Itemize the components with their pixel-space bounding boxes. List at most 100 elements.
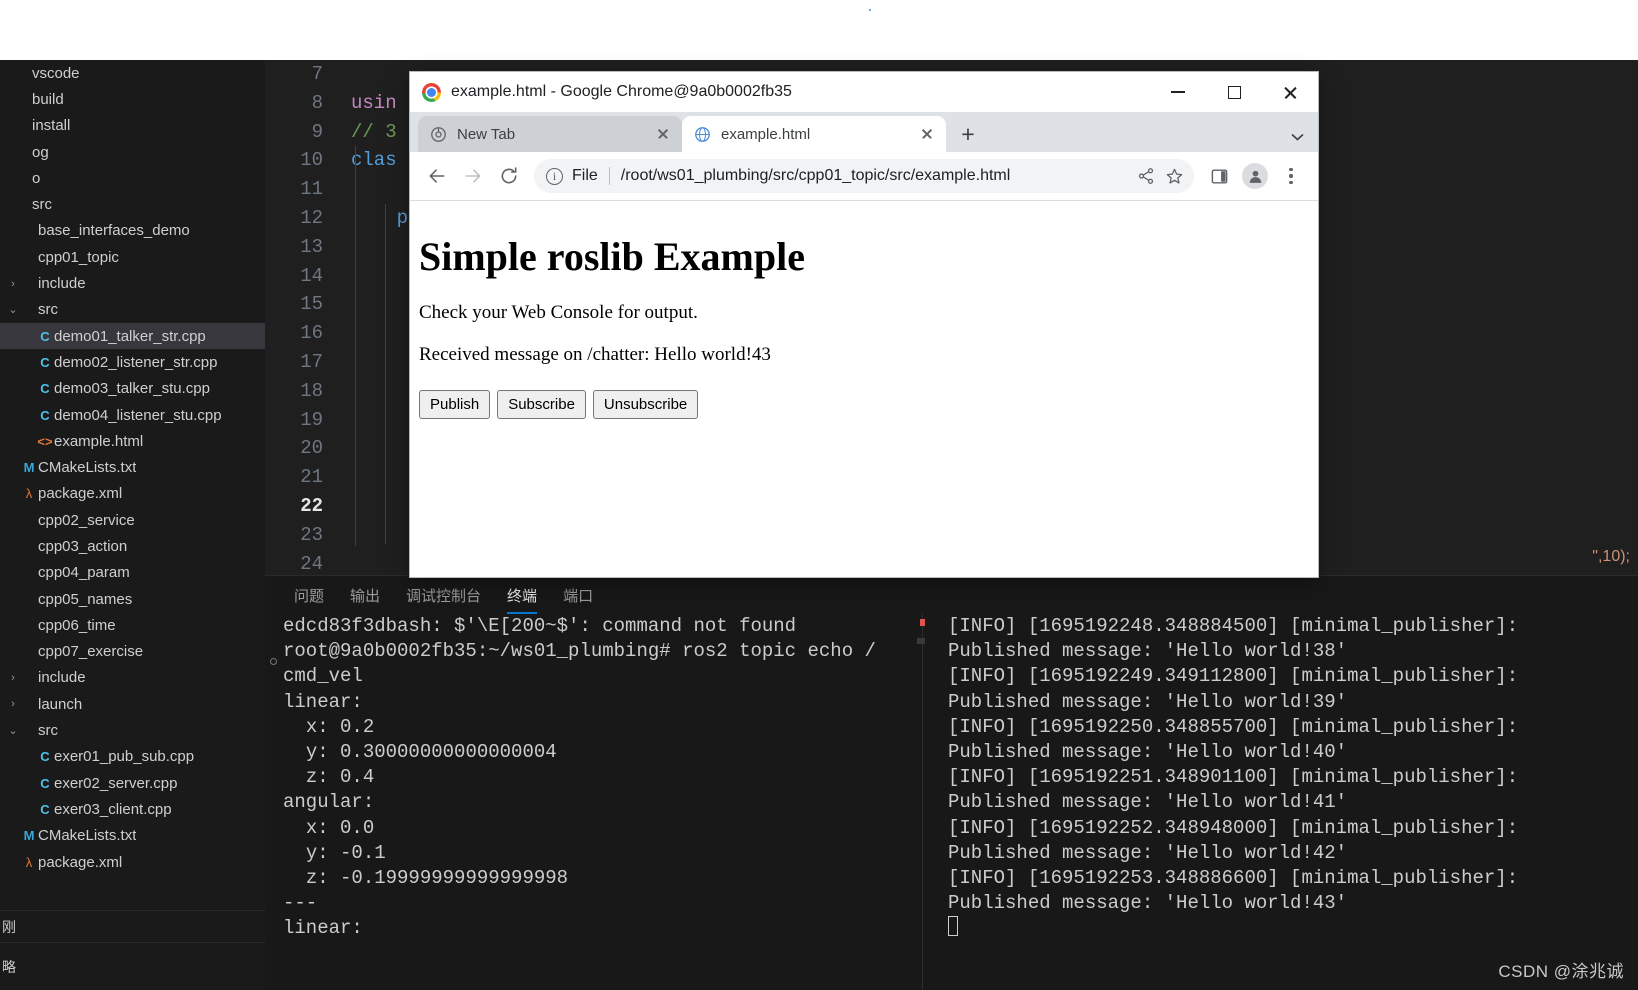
browser-tab-new-tab[interactable]: New Tab <box>418 116 682 152</box>
subscribe-button[interactable]: Subscribe <box>497 390 586 419</box>
chrome-new-tab-icon <box>430 126 447 143</box>
terminal-line: Published message: 'Hello world!39' <box>948 690 1348 713</box>
tree-item-label: launch <box>38 695 83 713</box>
window-controls[interactable] <box>1150 72 1318 112</box>
tree-item-cpp06-time[interactable]: cpp06_time <box>0 612 265 638</box>
panel-tab-3[interactable]: 终端 <box>494 576 550 614</box>
chrome-menu-button[interactable] <box>1274 159 1308 193</box>
url-text[interactable]: /root/ws01_plumbing/src/cpp01_topic/src/… <box>621 167 1132 185</box>
terminal-line: linear: <box>283 690 363 713</box>
new-tab-button[interactable]: + <box>952 118 984 150</box>
stray-text-artifact: . <box>866 0 874 15</box>
share-icon[interactable] <box>1132 167 1160 185</box>
tree-item-label: build <box>32 90 64 108</box>
tree-item-base-interfaces-demo[interactable]: base_interfaces_demo <box>0 218 265 244</box>
tree-item-label: exer03_client.cpp <box>54 800 172 818</box>
sidebar-collapsed-section-2[interactable]: 略 <box>0 942 265 990</box>
tree-item-launch[interactable]: › launch <box>0 691 265 717</box>
page-info-icon[interactable]: i <box>546 167 563 185</box>
terminal-area[interactable]: edcd83f3dbash: $'\E[200~$': command not … <box>265 614 1638 990</box>
tree-item-demo01-talker-str-cpp[interactable]: Cdemo01_talker_str.cpp <box>0 322 265 350</box>
chrome-title-bar[interactable]: example.html - Google Chrome@9a0b0002fb3… <box>410 72 1318 112</box>
unsubscribe-button[interactable]: Unsubscribe <box>592 390 699 419</box>
profile-button[interactable] <box>1238 159 1272 193</box>
tree-item-cpp03-action[interactable]: cpp03_action <box>0 533 265 559</box>
tree-item-example-html[interactable]: <> example.html <box>0 428 265 454</box>
browser-tab-example-html[interactable]: example.html <box>682 116 946 152</box>
chrome-tab-strip[interactable]: New Tab example.html + <box>410 112 1318 152</box>
line-number: 10 <box>300 149 323 172</box>
terminal-line: [INFO] [1695192248.348884500] [minimal_p… <box>948 615 1519 637</box>
csdn-watermark: CSDN @涂兆诚 <box>1498 962 1624 981</box>
terminal-pane-left[interactable]: edcd83f3dbash: $'\E[200~$': command not … <box>283 614 928 990</box>
tree-item-cpp02-service[interactable]: cpp02_service <box>0 507 265 533</box>
chevron-down-icon[interactable] <box>1291 129 1304 144</box>
tab-close-icon[interactable] <box>918 125 936 143</box>
tree-item-exer03-client-cpp[interactable]: Cexer03_client.cpp <box>0 796 265 822</box>
chevron-right-icon[interactable]: › <box>6 278 20 290</box>
chrome-toolbar[interactable]: i File /root/ws01_plumbing/src/cpp01_top… <box>410 152 1318 200</box>
chrome-browser-window[interactable]: example.html - Google Chrome@9a0b0002fb3… <box>410 72 1318 577</box>
sidebar-collapsed-section-1[interactable]: 刚 <box>0 910 265 942</box>
tree-item-demo03-talker-stu-cpp[interactable]: Cdemo03_talker_stu.cpp <box>0 376 265 402</box>
tab-close-icon[interactable] <box>654 125 672 143</box>
side-panel-button[interactable] <box>1202 159 1236 193</box>
tree-item-label: cpp06_time <box>38 616 116 634</box>
terminal-pane-right[interactable]: [INFO] [1695192248.348884500] [minimal_p… <box>948 614 1638 990</box>
tree-item-exer02-server-cpp[interactable]: Cexer02_server.cpp <box>0 770 265 796</box>
panel-tab-4[interactable]: 端口 <box>550 576 606 614</box>
tree-item-og[interactable]: og <box>0 139 265 165</box>
profile-avatar-icon <box>1242 163 1268 189</box>
tree-item-cpp05-names[interactable]: cpp05_names <box>0 586 265 612</box>
tree-item-package-xml[interactable]: λ package.xml <box>0 481 265 507</box>
panel-tab-1[interactable]: 输出 <box>337 576 393 614</box>
indent-guide <box>385 204 386 544</box>
tree-item-label: cpp03_action <box>38 537 128 555</box>
publish-button[interactable]: Publish <box>419 390 491 419</box>
cpp-file-icon: C <box>40 354 50 370</box>
tree-item-label: install <box>32 117 71 135</box>
tree-item-src[interactable]: ⌄ src <box>0 297 265 323</box>
tree-item-cmakelists-txt[interactable]: M CMakeLists.txt <box>0 823 265 849</box>
tree-item-vscode[interactable]: vscode <box>0 60 265 86</box>
tree-item-cpp04-param[interactable]: cpp04_param <box>0 560 265 586</box>
minimize-button[interactable] <box>1150 72 1206 112</box>
explorer-file-tree[interactable]: vscode build install og o src base_interfaces_… <box>0 60 265 910</box>
cpp-file-icon: C <box>40 407 50 423</box>
line-number: 13 <box>300 235 323 258</box>
reload-button[interactable] <box>492 159 526 193</box>
panel-tab-2[interactable]: 调试控制台 <box>393 576 494 614</box>
tree-item-include[interactable]: › include <box>0 270 265 296</box>
close-button[interactable] <box>1262 72 1318 112</box>
cpp-file-icon: C <box>40 381 50 397</box>
terminal-line: y: 0.30000000000000004 <box>283 741 557 764</box>
chevron-right-icon[interactable]: › <box>6 672 20 684</box>
maximize-button[interactable] <box>1206 72 1262 112</box>
chevron-down-icon[interactable]: ⌄ <box>6 303 20 316</box>
tree-item-src[interactable]: src <box>0 191 265 217</box>
panel-tab-0[interactable]: 问题 <box>281 576 337 614</box>
forward-button[interactable] <box>456 159 490 193</box>
back-button[interactable] <box>420 159 454 193</box>
tree-item-src[interactable]: ⌄ src <box>0 717 265 743</box>
tree-item-build[interactable]: build <box>0 86 265 112</box>
star-icon[interactable] <box>1160 167 1188 186</box>
tree-item-include[interactable]: › include <box>0 665 265 691</box>
tree-item-exer01-pub-sub-cpp[interactable]: Cexer01_pub_sub.cpp <box>0 744 265 770</box>
bottom-panel: 问题 输出 调试控制台 终端 端口 edcd83f3dbash: $'\E[200~$'… <box>265 575 1638 990</box>
terminal-line: Published message: 'Hello world!40' <box>948 741 1348 764</box>
minimize-icon <box>1171 91 1185 93</box>
tree-item-cpp07-exercise[interactable]: cpp07_exercise <box>0 639 265 665</box>
tree-item-cpp01-topic[interactable]: cpp01_topic <box>0 244 265 270</box>
terminal-line: angular: <box>283 791 375 814</box>
panel-tab-bar[interactable]: 问题 输出 调试控制台 终端 端口 <box>265 576 1638 614</box>
address-bar[interactable]: i File /root/ws01_plumbing/src/cpp01_top… <box>534 159 1194 193</box>
tree-item-demo02-listener-str-cpp[interactable]: Cdemo02_listener_str.cpp <box>0 349 265 375</box>
chevron-right-icon[interactable]: › <box>6 698 20 710</box>
tree-item-o[interactable]: o <box>0 165 265 191</box>
tree-item-package-xml[interactable]: λ package.xml <box>0 849 265 875</box>
tree-item-demo04-listener-stu-cpp[interactable]: Cdemo04_listener_stu.cpp <box>0 402 265 428</box>
chevron-down-icon[interactable]: ⌄ <box>6 724 20 737</box>
tree-item-cmakelists-txt[interactable]: M CMakeLists.txt <box>0 454 265 480</box>
tree-item-install[interactable]: install <box>0 113 265 139</box>
